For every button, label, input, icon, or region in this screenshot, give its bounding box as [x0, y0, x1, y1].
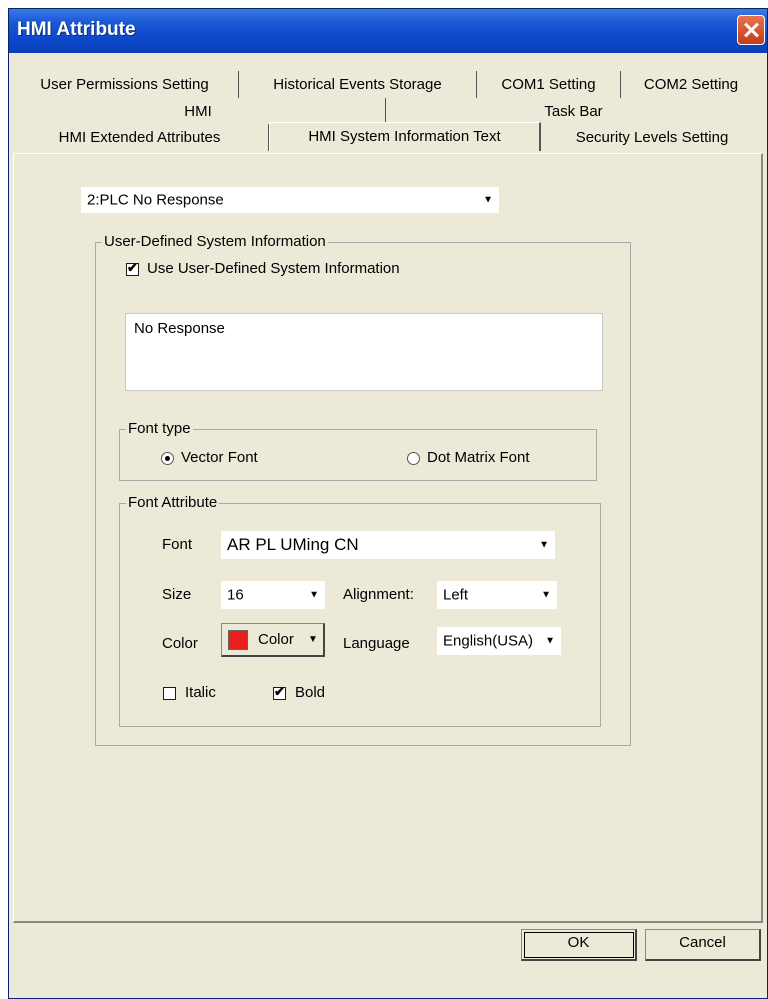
font-type-legend: Font type [126, 420, 193, 437]
chevron-down-icon: ▼ [541, 589, 551, 601]
tab-hmi[interactable]: HMI [11, 98, 386, 125]
hmi-attribute-dialog: HMI Attribute User Permissions Setting H… [8, 8, 768, 999]
use-user-defined-checkbox[interactable] [126, 260, 139, 276]
font-attribute-legend: Font Attribute [126, 494, 220, 511]
title-bar: HMI Attribute [9, 9, 767, 53]
system-information-text-field[interactable]: No Response [125, 313, 603, 391]
font-value: AR PL UMing CN [227, 535, 359, 554]
color-swatch [228, 630, 248, 650]
chevron-down-icon: ▼ [483, 194, 493, 206]
cancel-button[interactable]: Cancel [645, 929, 761, 961]
use-user-defined-label: Use User-Defined System Information [147, 260, 400, 277]
chevron-down-icon: ▼ [309, 589, 319, 601]
italic-checkbox[interactable] [163, 687, 176, 700]
ok-button[interactable]: OK [521, 929, 637, 961]
alignment-value: Left [443, 586, 469, 604]
font-select[interactable]: AR PL UMing CN ▼ [221, 531, 555, 559]
size-select[interactable]: 16 ▼ [221, 581, 325, 609]
bold-label: Bold [295, 684, 326, 701]
vector-font-radio[interactable] [161, 452, 174, 465]
size-value: 16 [227, 586, 244, 604]
language-select[interactable]: English(USA) ▼ [437, 627, 561, 655]
system-message-value: 2:PLC No Response [87, 191, 224, 209]
alignment-select[interactable]: Left ▼ [437, 581, 557, 609]
tab-hmi-extended-attributes[interactable]: HMI Extended Attributes [11, 124, 269, 151]
chevron-down-icon: ▼ [545, 635, 555, 647]
window-title: HMI Attribute [17, 19, 136, 40]
tab-task-bar[interactable]: Task Bar [386, 98, 761, 125]
system-message-select[interactable]: 2:PLC No Response ▼ [81, 187, 499, 213]
font-label: Font [162, 536, 193, 553]
alignment-label: Alignment: [343, 586, 414, 603]
tab-com1-setting[interactable]: COM1 Setting [477, 71, 621, 98]
chevron-down-icon: ▼ [539, 539, 549, 551]
size-label: Size [162, 586, 192, 603]
chevron-down-icon: ▼ [308, 634, 318, 645]
color-label: Color [162, 635, 198, 652]
dot-matrix-font-radio[interactable] [407, 452, 420, 465]
tab-user-permissions-setting[interactable]: User Permissions Setting [11, 71, 239, 98]
vector-font-label: Vector Font [181, 449, 258, 466]
italic-label: Italic [185, 684, 216, 701]
user-defined-legend: User-Defined System Information [102, 233, 328, 250]
color-picker-button[interactable]: Color ▼ [221, 623, 325, 657]
tab-com2-setting[interactable]: COM2 Setting [621, 71, 761, 98]
color-button-label: Color [258, 631, 294, 648]
bold-checkbox[interactable] [273, 684, 286, 700]
dot-matrix-font-label: Dot Matrix Font [427, 449, 530, 466]
close-icon[interactable] [737, 15, 765, 45]
tab-hmi-system-information-text[interactable]: HMI System Information Text [269, 122, 541, 151]
tab-historical-events-storage[interactable]: Historical Events Storage [239, 71, 477, 98]
language-label: Language [343, 635, 410, 652]
tab-security-levels-setting[interactable]: Security Levels Setting [541, 124, 763, 151]
language-value: English(USA) [443, 632, 534, 650]
